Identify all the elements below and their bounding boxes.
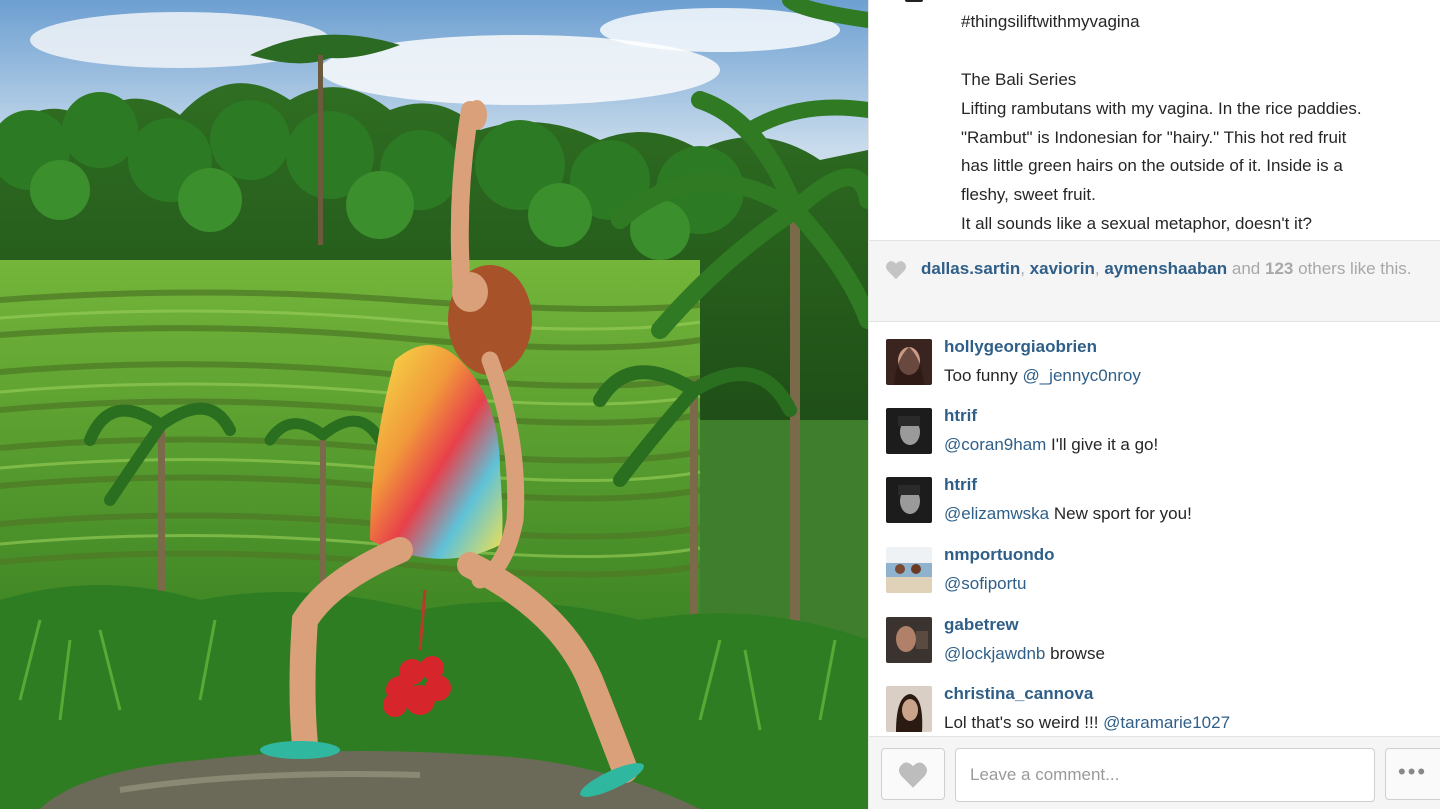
comment-username[interactable]: gabetrew: [944, 615, 1019, 635]
liker-link[interactable]: xaviorin: [1030, 259, 1095, 278]
comment-bar: •••: [869, 736, 1440, 809]
avatar[interactable]: [886, 339, 932, 385]
comment-text: Too funny @_jennyc0nroy: [944, 366, 1141, 386]
comment-text: @coran9ham I'll give it a go!: [944, 435, 1158, 455]
avatar[interactable]: [886, 477, 932, 523]
comment-body: New sport for you!: [1049, 504, 1192, 523]
comment-username[interactable]: hollygeorgiaobrien: [944, 337, 1097, 357]
comment-item: christina_cannova Lol that's so weird !!…: [869, 669, 1440, 735]
heart-icon: [899, 762, 927, 788]
caption-hashtag[interactable]: #thingsiliftwithmyvagina: [961, 8, 1431, 37]
more-options-button[interactable]: •••: [1385, 748, 1440, 800]
caption-text: #thingsiliftwithmyvagina The Bali Series…: [961, 8, 1431, 239]
like-button[interactable]: [881, 748, 945, 800]
comment-username[interactable]: htrif: [944, 475, 977, 495]
comment-body: browse: [1045, 644, 1105, 663]
comment-text: @elizamwska New sport for you!: [944, 504, 1192, 524]
caption-line: The Bali Series: [961, 69, 1077, 89]
mention-link[interactable]: @taramarie1027: [1103, 713, 1230, 732]
avatar[interactable]: [886, 686, 932, 732]
mention-link[interactable]: @elizamwska: [944, 504, 1049, 523]
comment-username[interactable]: nmportuondo: [944, 545, 1054, 565]
comment-username[interactable]: htrif: [944, 406, 977, 426]
likes-separator: ,: [1020, 259, 1030, 278]
likes-and: and: [1227, 259, 1265, 278]
comment-body: I'll give it a go!: [1046, 435, 1159, 454]
liker-link[interactable]: aymenshaaban: [1104, 259, 1227, 278]
likes-text: dallas.sartin, xaviorin, aymenshaaban an…: [921, 257, 1436, 280]
comment-text: @lockjawdnb browse: [944, 644, 1105, 664]
mention-link[interactable]: @coran9ham: [944, 435, 1046, 454]
comment-text: Lol that's so weird !!! @taramarie1027: [944, 713, 1230, 733]
caption-line: has little green hairs on the outside of…: [961, 156, 1343, 176]
caption-line: It all sounds like a sexual metaphor, do…: [961, 214, 1313, 234]
heart-icon: [886, 261, 906, 280]
likes-summary: dallas.sartin, xaviorin, aymenshaaban an…: [869, 240, 1440, 322]
avatar[interactable]: [886, 617, 932, 663]
mention-link[interactable]: @_jennyc0nroy: [1022, 366, 1140, 385]
likes-rest: others like this.: [1293, 259, 1412, 278]
mention-link[interactable]: @lockjawdnb: [944, 644, 1045, 663]
post-side-panel: #thingsiliftwithmyvagina The Bali Series…: [868, 0, 1440, 809]
comment-text: @sofiportu: [944, 574, 1026, 594]
avatar[interactable]: [886, 408, 932, 454]
author-avatar[interactable]: [905, 0, 923, 2]
comment-body: Too funny: [944, 366, 1023, 385]
liker-link[interactable]: dallas.sartin: [921, 259, 1020, 278]
likes-count[interactable]: 123: [1265, 259, 1293, 278]
caption-line: Lifting rambutans with my vagina. In the…: [961, 98, 1362, 118]
comment-username[interactable]: christina_cannova: [944, 684, 1093, 704]
comment-item: gabetrew @lockjawdnb browse: [869, 600, 1440, 666]
comment-input[interactable]: [955, 748, 1375, 802]
likes-separator: ,: [1094, 259, 1105, 278]
post-photo[interactable]: [0, 0, 868, 809]
avatar[interactable]: [886, 547, 932, 593]
comment-item: htrif @elizamwska New sport for you!: [869, 460, 1440, 526]
rice-terrace-photo: [0, 0, 868, 809]
comments-list: hollygeorgiaobrien Too funny @_jennyc0nr…: [869, 322, 1440, 736]
comment-body: Lol that's so weird !!!: [944, 713, 1104, 732]
comment-item: hollygeorgiaobrien Too funny @_jennyc0nr…: [869, 322, 1440, 388]
caption-line: fleshy, sweet fruit.: [961, 185, 1096, 205]
comment-item: nmportuondo @sofiportu: [869, 530, 1440, 596]
comment-item: htrif @coran9ham I'll give it a go!: [869, 391, 1440, 457]
caption: #thingsiliftwithmyvagina The Bali Series…: [869, 0, 1440, 240]
caption-line: "Rambut" is Indonesian for "hairy." This…: [961, 127, 1347, 147]
mention-link[interactable]: @sofiportu: [944, 574, 1026, 593]
